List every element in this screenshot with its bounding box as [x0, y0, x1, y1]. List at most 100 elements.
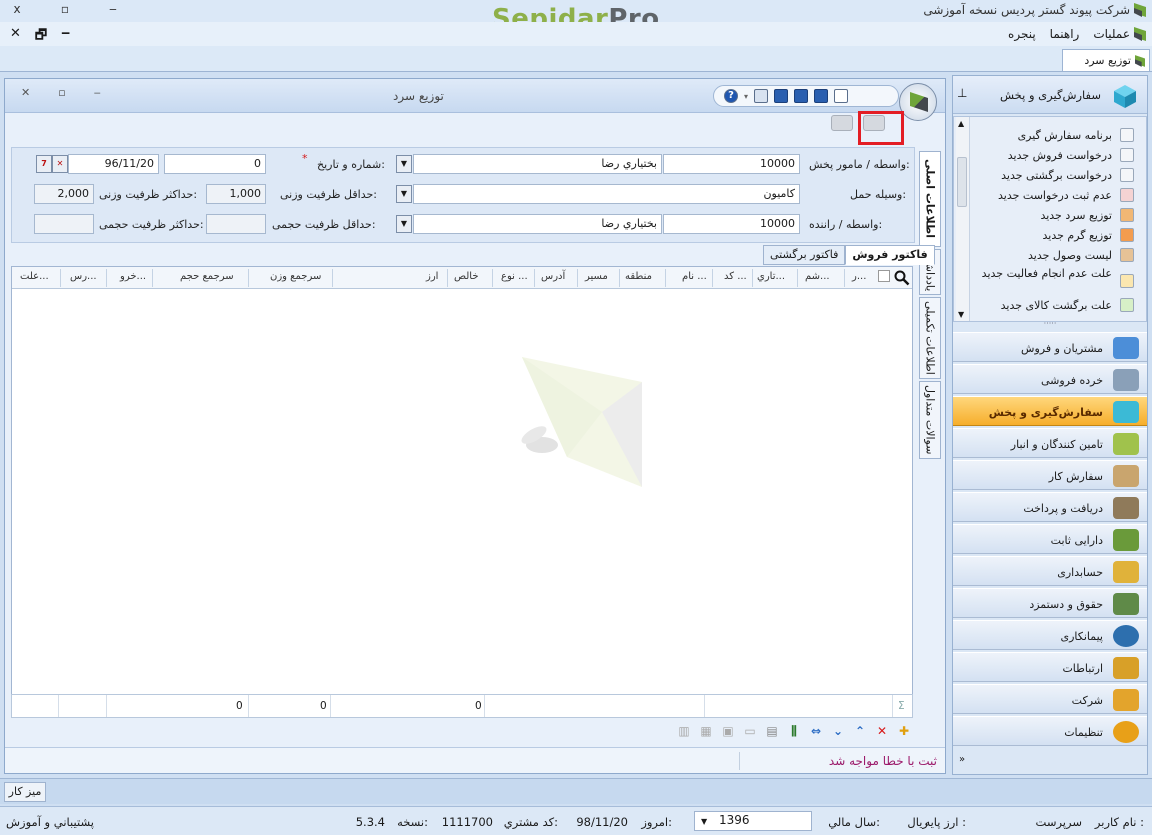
new-document-icon[interactable]: [834, 89, 849, 103]
nav-splitter[interactable]: ·····: [953, 320, 1147, 328]
vehicle-dropdown-icon[interactable]: ▼: [396, 185, 412, 203]
nav-new-hot-distribution[interactable]: توزیع گرم جدید: [972, 229, 1113, 242]
expand-icon[interactable]: »: [959, 754, 965, 765]
col-address[interactable]: آدرس: [541, 271, 565, 282]
nav-new-inactivity-reason[interactable]: علت عدم انجام فعالیت جدید: [972, 267, 1112, 280]
fiscal-year-select[interactable]: ▼ 1396: [694, 811, 812, 831]
attach-icon[interactable]: ▥: [677, 724, 691, 738]
col-currency[interactable]: ارز: [426, 271, 438, 282]
fit-columns-icon[interactable]: ⇔: [809, 724, 823, 738]
col-type[interactable]: نوع ...: [501, 271, 528, 282]
module-suppliers-inventory[interactable]: تامین کنندگان و انبار: [953, 428, 1147, 458]
tab-sales-invoice[interactable]: فاکتور فروش: [845, 245, 935, 265]
mdi-restore-button[interactable]: 🗗: [35, 26, 47, 48]
col-route[interactable]: مسير: [585, 271, 608, 282]
form-minimize-button[interactable]: ‒: [94, 86, 101, 99]
module-fixed-assets[interactable]: دارایی ثابت: [953, 524, 1147, 554]
tab-cold-distribution[interactable]: توزیع سرد: [1062, 49, 1150, 71]
module-settings[interactable]: تنظیمات: [953, 716, 1147, 746]
nav-expand-bar[interactable]: »: [953, 748, 1147, 774]
menu-help[interactable]: راهنما: [1050, 27, 1080, 41]
add-row-icon[interactable]: ✚: [897, 724, 911, 738]
mdi-close-button[interactable]: ✕: [10, 26, 21, 48]
vehicle-field[interactable]: کامیون: [413, 184, 800, 204]
desktop-button[interactable]: میز کار: [4, 782, 46, 802]
nav-new-cold-distribution[interactable]: توزیع سرد جدید: [972, 209, 1112, 222]
help-icon[interactable]: ?: [724, 89, 738, 103]
distributor-code-field[interactable]: 10000: [663, 154, 800, 174]
move-up-icon[interactable]: ⌃: [853, 724, 867, 738]
tab-faq[interactable]: سوالات متداول: [919, 381, 941, 459]
search-icon[interactable]: [894, 270, 910, 286]
max-volume-field[interactable]: [34, 214, 94, 234]
module-payroll[interactable]: حقوق و دستمزد: [953, 588, 1147, 618]
module-work-order[interactable]: سفارش کار: [953, 460, 1147, 490]
col-total-volume[interactable]: سرجمع حجم: [180, 271, 234, 282]
col-row[interactable]: ر...: [852, 271, 866, 282]
document-date-field[interactable]: 96/11/20: [68, 154, 159, 174]
driver-dropdown-icon[interactable]: ▼: [396, 215, 412, 233]
module-accounting[interactable]: حسابداری: [953, 556, 1147, 586]
save-icon[interactable]: [814, 89, 829, 103]
tab-return-invoice[interactable]: فاکتور برگشتی: [763, 245, 846, 265]
distributor-dropdown-icon[interactable]: ▼: [396, 155, 412, 173]
save-new-icon[interactable]: [794, 89, 809, 103]
preview-icon[interactable]: ▦: [699, 724, 713, 738]
calendar-icon[interactable]: 7: [36, 155, 52, 173]
close-window-button[interactable]: x: [8, 2, 26, 16]
min-volume-field[interactable]: [206, 214, 266, 234]
form-restore-button[interactable]: ▫: [58, 86, 65, 99]
print-icon[interactable]: [754, 89, 769, 103]
nav-order-program[interactable]: برنامه سفارش گیری: [972, 129, 1112, 142]
nav-new-collection-list[interactable]: لیست وصول جدید: [972, 249, 1112, 262]
pin-icon[interactable]: ⊥: [957, 86, 967, 100]
grid-menu-icon[interactable]: ▭: [743, 724, 757, 738]
module-retail[interactable]: خرده فروشی: [953, 364, 1147, 394]
col-code[interactable]: كد ...: [724, 271, 747, 282]
module-company[interactable]: شرکت: [953, 684, 1147, 714]
minimize-window-button[interactable]: ‒: [104, 2, 122, 16]
module-communications[interactable]: ارتباطات: [953, 652, 1147, 682]
col-net[interactable]: خالص: [454, 271, 479, 282]
col-reason[interactable]: علت...: [20, 271, 49, 282]
nav-list-scrollbar[interactable]: ▲ ▼: [956, 117, 970, 321]
export-icon[interactable]: ▣: [721, 724, 735, 738]
module-receipt-payment[interactable]: دریافت و پرداخت: [953, 492, 1147, 522]
document-number-field[interactable]: 0: [164, 154, 266, 174]
save-close-icon[interactable]: [774, 89, 789, 103]
form-close-button[interactable]: ✕: [21, 86, 30, 99]
clear-date-icon[interactable]: ✕: [52, 155, 68, 173]
nav-new-no-request[interactable]: عدم ثبت درخواست جدید: [972, 189, 1112, 202]
select-all-checkbox[interactable]: [878, 270, 890, 282]
col-receipt[interactable]: رس...: [70, 271, 97, 282]
columns-icon[interactable]: ⫼: [787, 724, 801, 738]
module-contracting[interactable]: پیمانکاری: [953, 620, 1147, 650]
max-weight-field[interactable]: 2,000: [34, 184, 94, 204]
support-link[interactable]: پشتيباني و آموزش: [6, 815, 94, 829]
col-date[interactable]: تاري...: [757, 271, 785, 282]
driver-name-field[interactable]: بختياري رضا: [413, 214, 662, 234]
tab-main-info[interactable]: اطلاعات اصلی: [919, 151, 941, 247]
col-exit[interactable]: خرو...: [120, 271, 146, 282]
mdi-minimize-button[interactable]: ‒: [61, 26, 70, 48]
delete-row-icon[interactable]: ✕: [875, 724, 889, 738]
module-customers-sales[interactable]: مشتریان و فروش: [953, 332, 1147, 362]
col-region[interactable]: منطقه: [625, 271, 652, 282]
col-name[interactable]: نام ...: [682, 271, 707, 282]
distributor-name-field[interactable]: بختياري رضا: [413, 154, 662, 174]
min-weight-field[interactable]: 1,000: [206, 184, 266, 204]
col-total-weight[interactable]: سرجمع وزن: [270, 271, 321, 282]
restore-window-button[interactable]: ▫: [56, 2, 74, 16]
register-icon[interactable]: [831, 115, 853, 131]
move-down-icon[interactable]: ⌄: [831, 724, 845, 738]
col-number[interactable]: شم...: [805, 271, 830, 282]
dropdown-arrow-icon[interactable]: ▾: [744, 92, 748, 101]
nav-new-return-request[interactable]: درخواست برگشتی جدید: [972, 169, 1112, 182]
nav-new-return-reason[interactable]: علت برگشت کالای جدید: [972, 299, 1112, 312]
module-ordering-distribution[interactable]: سفارش‌گیری و پخش: [953, 396, 1147, 426]
driver-code-field[interactable]: 10000: [663, 214, 800, 234]
tab-extra-info[interactable]: اطلاعات تکمیلی: [919, 297, 941, 379]
print-grid-icon[interactable]: ▤: [765, 724, 779, 738]
menu-window[interactable]: پنجره: [1008, 27, 1036, 41]
nav-new-sales-request[interactable]: درخواست فروش جدید: [972, 149, 1112, 162]
